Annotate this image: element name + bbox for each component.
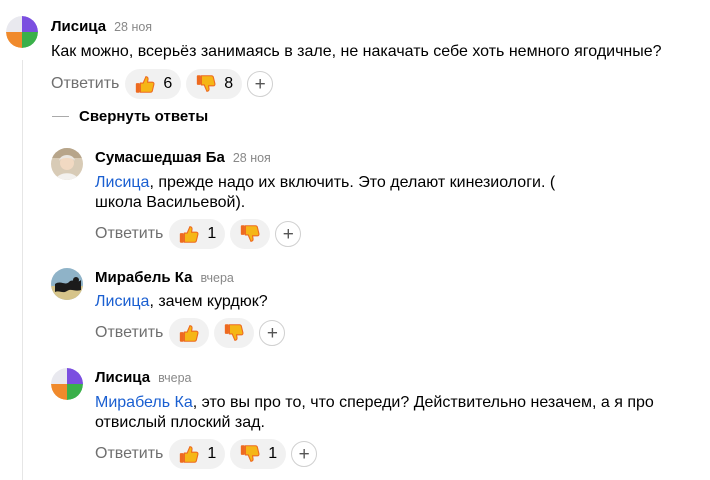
- comment-actions: Ответить +: [95, 317, 286, 349]
- thumbs-down-icon: [196, 74, 216, 92]
- comment-date: 28 ноя: [114, 20, 153, 34]
- like-button[interactable]: 1: [169, 219, 226, 249]
- mention-link[interactable]: Лисица: [95, 174, 149, 191]
- comment-date: вчера: [158, 371, 192, 385]
- thumbs-up-icon: [179, 226, 199, 244]
- comment-header: Мирабель Ка вчера: [95, 269, 234, 287]
- comment-text: Лисица, прежде надо их включить. Это дел…: [95, 173, 595, 213]
- author-name[interactable]: Мирабель Ка: [95, 269, 192, 286]
- collapse-replies-button[interactable]: Свернуть ответы: [52, 108, 208, 125]
- author-name[interactable]: Лисица: [51, 18, 106, 35]
- comment-text: Лисица, зачем курдюк?: [95, 292, 655, 312]
- comment-text: Мирабель Ка, это вы про то, что спереди?…: [95, 393, 670, 433]
- like-count: 1: [207, 225, 217, 242]
- thumbs-down-icon: [224, 323, 244, 341]
- comment-body: , прежде надо их включить. Это делают ки…: [95, 174, 556, 211]
- collapse-dash: [52, 115, 69, 118]
- avatar[interactable]: [6, 16, 38, 48]
- reply-button[interactable]: Ответить: [51, 75, 119, 93]
- plus-icon: +: [282, 223, 294, 245]
- mention-link[interactable]: Лисица: [95, 293, 149, 310]
- plus-icon: +: [254, 73, 266, 95]
- comment-date: вчера: [200, 271, 234, 285]
- comment-date: 28 ноя: [232, 151, 271, 165]
- add-reaction-button[interactable]: +: [259, 320, 286, 346]
- avatar[interactable]: [51, 148, 83, 180]
- like-count: 6: [163, 75, 173, 92]
- dislike-button[interactable]: [230, 219, 271, 249]
- thumbs-down-icon: [240, 224, 260, 242]
- dislike-count: 8: [224, 75, 234, 92]
- reply-button[interactable]: Ответить: [95, 225, 163, 243]
- comment-actions: Ответить 1 +: [95, 218, 302, 250]
- collapse-label: Свернуть ответы: [79, 108, 209, 125]
- dislike-button[interactable]: [214, 318, 255, 348]
- comment-body: Как можно, всерьёз занимаясь в зале, не …: [51, 43, 662, 60]
- add-reaction-button[interactable]: +: [247, 71, 274, 97]
- like-button[interactable]: [169, 318, 210, 348]
- reply-button[interactable]: Ответить: [95, 445, 163, 463]
- thread-line: [22, 60, 23, 480]
- avatar[interactable]: [51, 368, 83, 400]
- author-name[interactable]: Сумасшедшая Ба: [95, 149, 225, 166]
- plus-icon: +: [266, 322, 278, 344]
- mention-link[interactable]: Мирабель Ка: [95, 394, 193, 411]
- comment-text: Как можно, всерьёз занимаясь в зале, не …: [51, 42, 691, 62]
- thumbs-up-icon: [179, 325, 199, 343]
- reply-button[interactable]: Ответить: [95, 324, 163, 342]
- thumbs-up-icon: [179, 446, 199, 464]
- avatar[interactable]: [51, 268, 83, 300]
- comment-actions: Ответить 1 1 +: [95, 438, 318, 470]
- dislike-button[interactable]: 1: [230, 439, 287, 469]
- author-name[interactable]: Лисица: [95, 369, 150, 386]
- comment-header: Лисица вчера: [95, 369, 192, 387]
- comment-body: , зачем курдюк?: [149, 293, 268, 310]
- dislike-count: 1: [268, 445, 278, 462]
- thumbs-up-icon: [135, 76, 155, 94]
- like-button[interactable]: 6: [125, 69, 182, 99]
- comment-header: Лисица 28 ноя: [51, 18, 152, 36]
- like-count: 1: [207, 445, 217, 462]
- comment-actions: Ответить 6 8 +: [51, 68, 274, 100]
- add-reaction-button[interactable]: +: [291, 441, 318, 467]
- plus-icon: +: [298, 443, 310, 465]
- like-button[interactable]: 1: [169, 439, 226, 469]
- dislike-button[interactable]: 8: [186, 69, 243, 99]
- add-reaction-button[interactable]: +: [275, 221, 302, 247]
- thumbs-down-icon: [240, 444, 260, 462]
- comment-header: Сумасшедшая Ба 28 ноя: [95, 149, 271, 167]
